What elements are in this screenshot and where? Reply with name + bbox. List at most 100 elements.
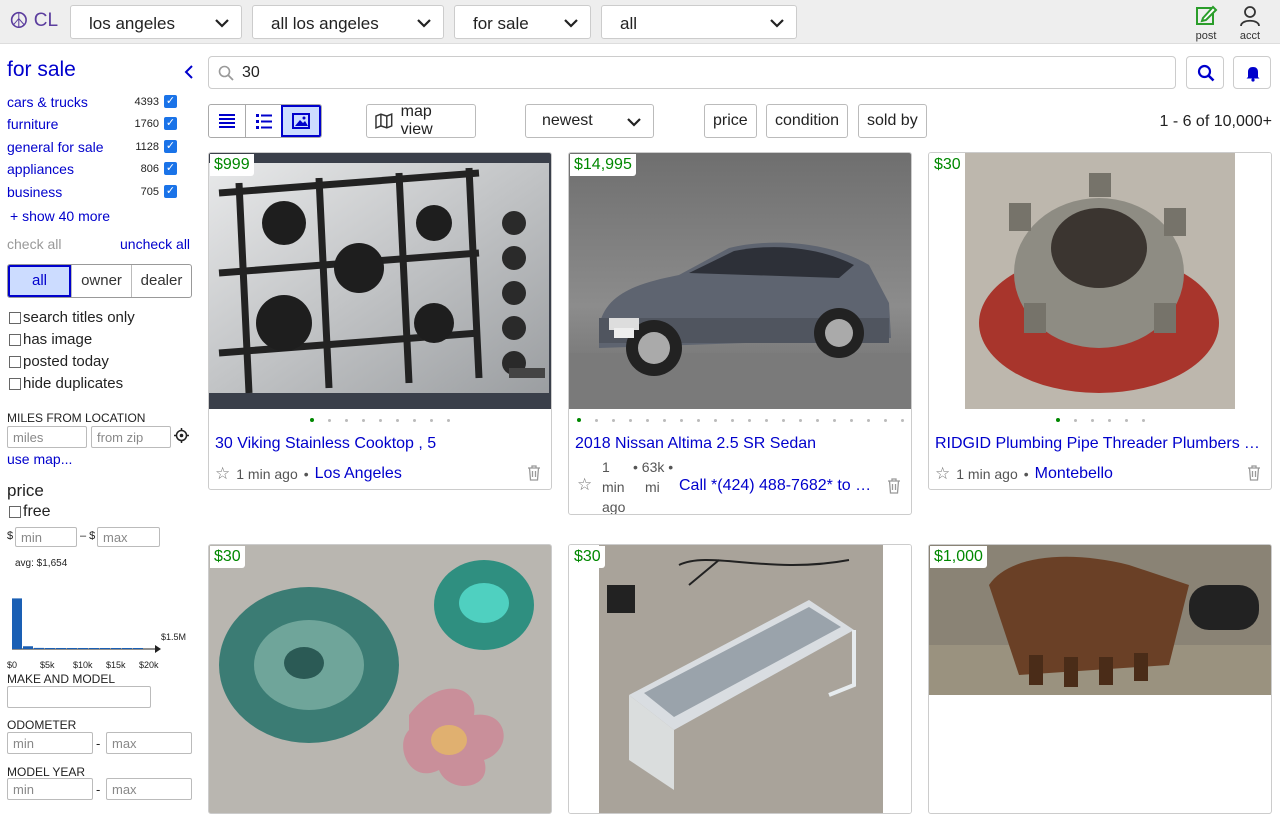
pager-dot[interactable] — [815, 419, 819, 422]
checkbox[interactable] — [9, 333, 21, 346]
crosshair-icon[interactable] — [174, 428, 189, 443]
collapse-sidebar-icon[interactable] — [183, 64, 195, 85]
category-label[interactable]: furniture — [7, 116, 58, 132]
miles-input[interactable]: miles — [7, 426, 87, 448]
star-icon[interactable]: ☆ — [577, 475, 592, 495]
pager-dot[interactable] — [611, 419, 615, 422]
region-select[interactable]: los angeles — [70, 5, 242, 39]
seller-dealer-button[interactable]: dealer — [131, 265, 191, 297]
checkbox[interactable] — [9, 311, 21, 324]
pager-dot[interactable] — [832, 419, 836, 422]
image-pager-dots[interactable] — [569, 418, 911, 422]
pager-dot[interactable] — [447, 419, 450, 422]
pager-dot[interactable] — [900, 419, 904, 422]
pager-dot[interactable] — [362, 419, 365, 422]
uncheck-all-link[interactable]: uncheck all — [120, 236, 190, 252]
trash-icon[interactable] — [527, 465, 541, 481]
pager-dot[interactable] — [310, 418, 314, 422]
star-icon[interactable]: ☆ — [215, 464, 230, 484]
map-view-button[interactable]: map view — [366, 103, 476, 138]
listing-card[interactable]: $30 — [208, 544, 552, 814]
listing-card[interactable]: $1,000 — [928, 544, 1272, 814]
condition-filter-button[interactable]: condition — [766, 104, 849, 138]
listing-image[interactable]: $30 — [209, 545, 551, 813]
histogram-bar[interactable] — [100, 648, 110, 649]
pager-dot[interactable] — [430, 419, 433, 422]
listing-image[interactable]: $1,000 — [929, 545, 1271, 695]
odometer-max-input[interactable]: max — [106, 732, 192, 754]
pager-dot[interactable] — [798, 419, 802, 422]
pager-dot[interactable] — [328, 419, 331, 422]
post-button[interactable]: post — [1186, 4, 1226, 42]
price-max-input[interactable]: max — [97, 527, 160, 547]
section-select[interactable]: for sale — [454, 5, 591, 39]
checkbox-checked-icon[interactable]: ✓ — [164, 162, 177, 175]
pager-dot[interactable] — [1073, 419, 1077, 422]
histogram-bar[interactable] — [122, 648, 132, 649]
listing-card[interactable]: $14,995 2018 Nissan Altima 2.5 SR Sedan … — [568, 152, 912, 515]
pager-dot[interactable] — [713, 419, 717, 422]
histogram-bar[interactable] — [56, 648, 66, 649]
pager-dot[interactable] — [1141, 419, 1145, 422]
price-histogram[interactable]: avg: $1,654 $1.5M $0 $5k $10k $15k $20k — [7, 556, 192, 676]
subregion-select[interactable]: all los angeles — [252, 5, 444, 39]
check-all-link[interactable]: check all — [7, 236, 61, 252]
histogram-bar[interactable] — [78, 648, 88, 649]
hide-duplicates-option[interactable]: hide duplicates — [9, 375, 123, 392]
has-image-option[interactable]: has image — [9, 331, 92, 348]
thumb-view-button[interactable] — [244, 105, 282, 137]
checkbox[interactable] — [9, 506, 21, 518]
category-item-general[interactable]: general for sale 1128 ✓ — [7, 139, 179, 159]
free-option[interactable]: free — [9, 503, 51, 521]
search-button[interactable] — [1186, 56, 1224, 89]
year-max-input[interactable]: max — [106, 778, 192, 800]
image-pager-dots[interactable] — [209, 418, 551, 422]
listing-title[interactable]: RIDGID Plumbing Pipe Threader Plumbers T… — [935, 435, 1265, 453]
trash-icon[interactable] — [1247, 465, 1261, 481]
use-map-text[interactable]: use map... — [7, 451, 72, 467]
use-map-link[interactable]: use map... — [7, 451, 72, 467]
pager-dot[interactable] — [1055, 418, 1060, 422]
pager-dot[interactable] — [413, 419, 416, 422]
craigslist-logo[interactable]: ☮ CL — [9, 10, 58, 32]
checkbox[interactable] — [9, 377, 21, 390]
pager-dot[interactable] — [679, 419, 683, 422]
alert-button[interactable] — [1233, 56, 1271, 89]
listing-title[interactable]: 2018 Nissan Altima 2.5 SR Sedan — [575, 435, 905, 453]
pager-dot[interactable] — [628, 419, 632, 422]
pager-dot[interactable] — [883, 419, 887, 422]
pager-dot[interactable] — [1124, 419, 1128, 422]
gallery-view-button[interactable] — [281, 105, 321, 137]
checkbox-checked-icon[interactable]: ✓ — [164, 140, 177, 153]
checkbox-checked-icon[interactable]: ✓ — [164, 95, 177, 108]
account-button[interactable]: acct — [1230, 4, 1270, 42]
search-titles-only-option[interactable]: search titles only — [9, 309, 135, 326]
pager-dot[interactable] — [696, 419, 700, 422]
histogram-bar[interactable] — [89, 648, 99, 649]
category-label[interactable]: business — [7, 184, 62, 200]
zip-input[interactable]: from zip — [91, 426, 171, 448]
pager-dot[interactable] — [576, 418, 581, 422]
histogram-bar[interactable] — [67, 648, 77, 649]
seller-all-button[interactable]: all — [8, 265, 71, 297]
listing-card[interactable]: $999 30 Viking Stainless Cooktop , 5 ☆ 1… — [208, 152, 552, 490]
listing-location[interactable]: Los Angeles — [315, 465, 402, 483]
listing-image[interactable]: $30 — [569, 545, 911, 813]
listing-title[interactable]: 30 Viking Stainless Cooktop , 5 — [215, 435, 545, 453]
pager-dot[interactable] — [662, 419, 666, 422]
pager-dot[interactable] — [594, 419, 598, 422]
category-label[interactable]: cars & trucks — [7, 94, 88, 110]
sort-select[interactable]: newest — [525, 104, 654, 138]
histogram-bar[interactable] — [111, 648, 121, 649]
posted-today-option[interactable]: posted today — [9, 353, 109, 370]
category-select[interactable]: all — [601, 5, 797, 39]
pager-dot[interactable] — [345, 419, 348, 422]
star-icon[interactable]: ☆ — [935, 464, 950, 484]
pager-dot[interactable] — [730, 419, 734, 422]
listing-image[interactable]: $30 — [929, 153, 1271, 409]
pager-dot[interactable] — [1107, 419, 1111, 422]
price-filter-button[interactable]: price — [704, 104, 757, 138]
trash-icon[interactable] — [887, 478, 901, 494]
listing-card[interactable]: $30 RIDGID Plumbing Pipe Threader Plumbe… — [928, 152, 1272, 490]
pager-dot[interactable] — [379, 419, 382, 422]
